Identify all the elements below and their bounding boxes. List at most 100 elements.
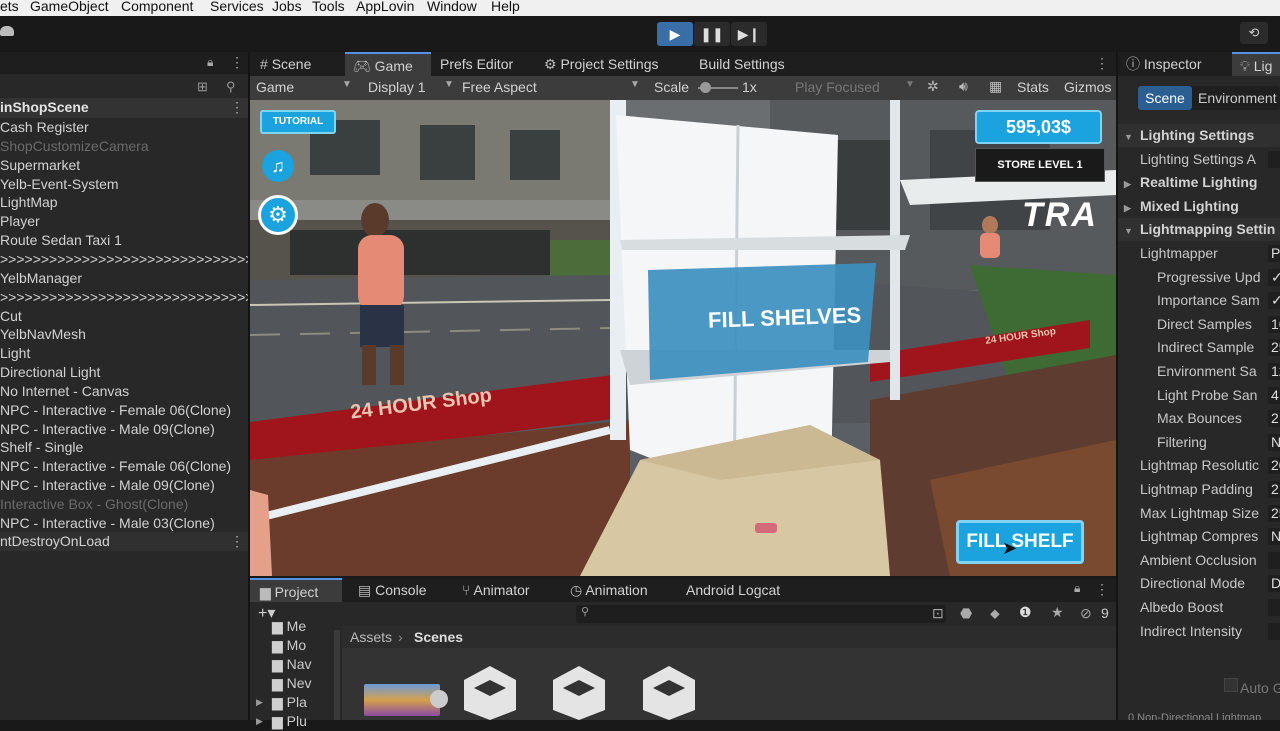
setting-value[interactable]: 20 xyxy=(1268,457,1280,475)
tab-project-settings[interactable]: ⚙ Project Settings xyxy=(544,52,684,76)
hierarchy-item[interactable]: Cash Register xyxy=(0,118,89,137)
menu-gameobject[interactable]: GameObject xyxy=(30,0,109,13)
setting-value[interactable]: 2 xyxy=(1268,481,1280,498)
tab-animator[interactable]: ⑂ Animator xyxy=(462,578,552,602)
center-menu-icon[interactable]: ⋮ xyxy=(1095,55,1109,72)
setting-field[interactable]: Direct Samples 16 xyxy=(1118,313,1280,336)
dontdestroy-row[interactable]: ntDestroyOnLoad ⋮ xyxy=(0,532,248,551)
hierarchy-item[interactable]: NPC - Interactive - Male 09(Clone) xyxy=(0,420,215,439)
setting-value[interactable]: ✓ xyxy=(1268,268,1280,286)
scene-save-icon[interactable]: ⊡ xyxy=(932,605,944,622)
setting-value[interactable] xyxy=(1268,622,1280,640)
tutorial-button[interactable]: TUTORIAL xyxy=(260,110,336,134)
setting-field[interactable]: Lighting Settings A xyxy=(1118,148,1280,171)
setting-field[interactable]: Lightmap Compres N xyxy=(1118,525,1280,548)
menu-applovin[interactable]: AppLovin xyxy=(356,0,414,13)
label-filter-icon[interactable]: ⬥ xyxy=(990,605,1000,622)
cloud-icon[interactable] xyxy=(0,26,14,36)
setting-field[interactable]: Lightmap Resolutic 20 xyxy=(1118,454,1280,477)
kebab-menu-icon[interactable]: ⋮ xyxy=(230,54,244,71)
menu-window[interactable]: Window xyxy=(427,0,477,13)
setting-field[interactable]: Albedo Boost xyxy=(1118,596,1280,619)
display-dropdown[interactable]: Display 1 ▼ xyxy=(368,79,456,95)
foldout-header[interactable]: ▶ Mixed Lighting xyxy=(1118,194,1280,218)
step-button[interactable]: ▶❙ xyxy=(731,22,767,46)
tree-scrollbar[interactable] xyxy=(334,630,340,720)
hierarchy-item[interactable]: Player xyxy=(0,212,40,231)
bottom-menu-icon[interactable]: ⋮ xyxy=(1095,581,1109,598)
setting-value[interactable] xyxy=(1268,150,1280,168)
lock-icon[interactable]: 🔒︎ xyxy=(1074,581,1080,596)
setting-field[interactable]: Progressive Upd ✓ xyxy=(1118,266,1280,289)
history-icon[interactable]: ⟲ xyxy=(1240,22,1268,44)
foldout-header[interactable]: ▶ Realtime Lighting xyxy=(1118,171,1280,195)
setting-value[interactable]: ✓ xyxy=(1268,292,1280,310)
menu-jobs[interactable]: Jobs xyxy=(272,0,302,13)
setting-value[interactable]: N xyxy=(1268,528,1280,546)
pause-button[interactable]: ❚❚ xyxy=(694,22,730,46)
settings-gear-icon[interactable]: ⚙ xyxy=(258,195,298,235)
breadcrumb-scenes[interactable]: Scenes xyxy=(414,629,463,645)
setting-field[interactable]: Filtering N xyxy=(1118,431,1280,454)
hierarchy-item[interactable]: NPC - Interactive - Female 06(Clone) xyxy=(0,401,231,420)
folder-item[interactable]: ▆ Mo xyxy=(272,637,306,655)
hierarchy-item[interactable]: NPC - Interactive - Male 09(Clone) xyxy=(0,476,215,495)
setting-field[interactable]: Lightmap Padding 2 xyxy=(1118,478,1280,501)
breadcrumb-assets[interactable]: Assets xyxy=(350,629,392,645)
menu-assets[interactable]: ets xyxy=(0,0,19,13)
setting-value[interactable]: 25 xyxy=(1268,339,1280,357)
setting-field[interactable]: Directional Mode D xyxy=(1118,572,1280,595)
gizmos-button[interactable]: Gizmos xyxy=(1064,79,1111,95)
tab-prefs-editor[interactable]: Prefs Editor xyxy=(440,52,540,76)
setting-value[interactable]: N xyxy=(1268,433,1280,451)
hierarchy-item[interactable]: LightMap xyxy=(0,193,58,212)
hierarchy-item[interactable]: Supermarket xyxy=(0,156,80,175)
folder-item[interactable]: ▆ Nev xyxy=(272,675,312,693)
search-options-icon[interactable]: ⚲ xyxy=(226,79,236,95)
scene-thumbnail[interactable] xyxy=(364,684,440,716)
type-filter-icon[interactable]: ⬣ xyxy=(960,605,972,622)
folder-item[interactable]: ▆ Me xyxy=(272,618,306,636)
setting-value[interactable]: 4 xyxy=(1268,386,1280,404)
project-search-input[interactable]: ⚲ xyxy=(576,605,946,623)
tab-game[interactable]: 🎮︎ Game xyxy=(345,52,431,76)
setting-value[interactable]: 25 xyxy=(1268,504,1280,522)
play-button[interactable]: ▶ xyxy=(657,22,693,46)
foldout-header[interactable]: ▼ Lightmapping Settin xyxy=(1118,218,1280,242)
fill-shelf-button[interactable]: FILL SHELF xyxy=(956,520,1084,564)
aspect-dropdown[interactable]: Free Aspect ▼ xyxy=(462,79,642,95)
setting-field[interactable]: Ambient Occlusion xyxy=(1118,549,1280,572)
setting-field[interactable]: Environment Sa 12 xyxy=(1118,360,1280,383)
game-view[interactable]: TUTORIAL ♫ ⚙ 595,03$ STORE LEVEL 1 TRA F… xyxy=(250,100,1116,576)
setting-field[interactable]: Importance Sam ✓ xyxy=(1118,289,1280,312)
menu-tools[interactable]: Tools xyxy=(312,0,345,13)
menu-component[interactable]: Component xyxy=(121,0,193,13)
setting-value[interactable]: 2 xyxy=(1268,410,1280,428)
setting-field[interactable]: Indirect Intensity xyxy=(1118,620,1280,643)
hierarchy-item[interactable]: ShopCustomizeCamera xyxy=(0,137,149,156)
setting-field[interactable]: Max Lightmap Size 25 xyxy=(1118,502,1280,525)
subtab-environment[interactable]: Environment xyxy=(1198,86,1280,110)
tab-project[interactable]: ▆ Project xyxy=(250,578,342,602)
setting-value[interactable]: 16 xyxy=(1268,315,1280,333)
tab-console[interactable]: ▤ Console xyxy=(358,578,448,602)
unity-scene-icon[interactable] xyxy=(639,664,699,720)
dontdestroy-menu-icon[interactable]: ⋮ xyxy=(230,533,244,550)
play-preview-icon[interactable] xyxy=(430,690,448,708)
foldout-header[interactable]: ▼ Lighting Settings xyxy=(1118,124,1280,147)
folder-item[interactable]: ▶ ▆ Plu xyxy=(256,713,307,731)
hierarchy-item[interactable]: Yelb-Event-System xyxy=(0,175,119,194)
stats-button[interactable]: Stats xyxy=(1017,79,1049,95)
scene-filter-icon[interactable]: ⊞ xyxy=(197,79,208,95)
hierarchy-item[interactable]: Shelf - Single xyxy=(0,438,83,457)
scale-slider-thumb[interactable] xyxy=(700,82,711,93)
favorite-star-icon[interactable]: ★ xyxy=(1051,604,1064,621)
hierarchy-item[interactable]: Interactive Box - Ghost(Clone) xyxy=(0,495,188,514)
play-focused-dropdown[interactable]: Play Focused ▼ xyxy=(795,79,917,95)
tab-build-settings[interactable]: Build Settings xyxy=(699,52,799,76)
menu-services[interactable]: Services xyxy=(210,0,264,13)
hidden-eye-icon[interactable]: ⊘ xyxy=(1080,605,1092,622)
tab-android-logcat[interactable]: Android Logcat xyxy=(686,578,806,602)
folder-item[interactable]: ▆ Nav xyxy=(272,656,312,674)
hierarchy-item[interactable]: Directional Light xyxy=(0,363,100,382)
